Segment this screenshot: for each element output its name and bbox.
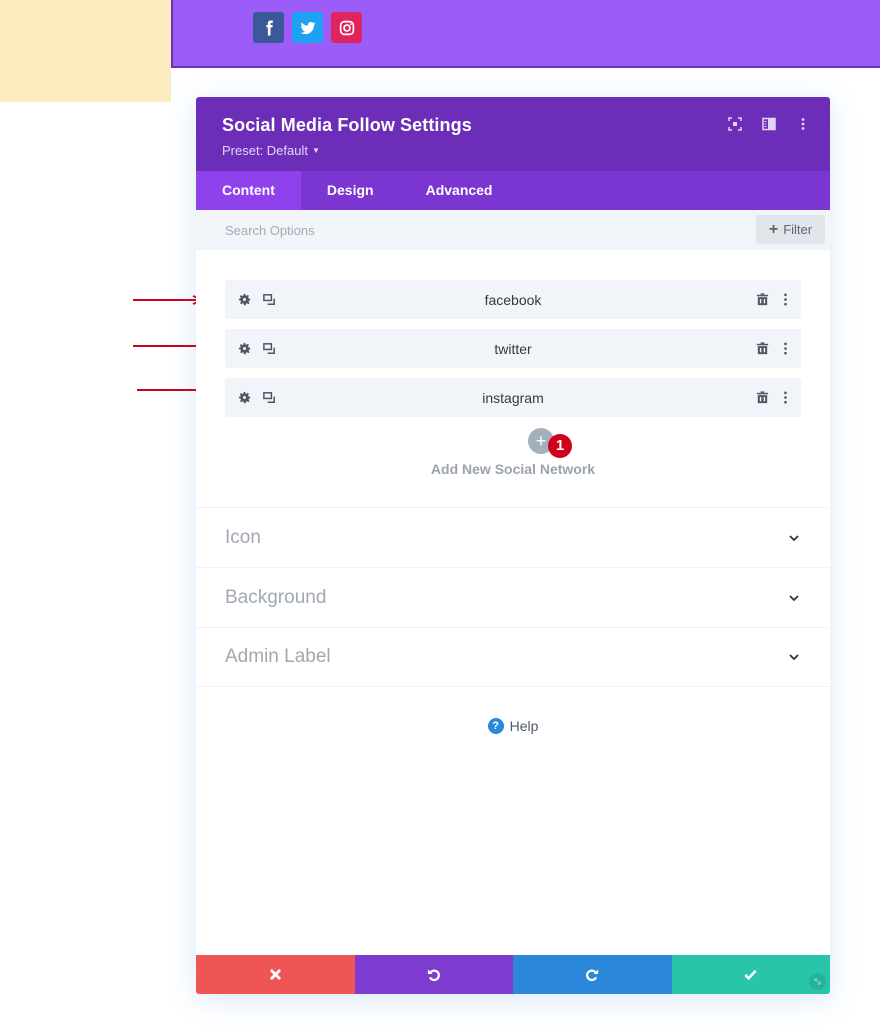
toggle-admin-label[interactable]: Admin Label: [196, 627, 830, 687]
split-view-icon[interactable]: [762, 117, 776, 131]
twitter-icon[interactable]: [292, 12, 323, 43]
resize-icon: [814, 978, 821, 985]
caret-down-icon: ▼: [312, 146, 320, 155]
list-item[interactable]: instagram: [225, 378, 801, 417]
help-label: Help: [509, 718, 539, 734]
tab-design[interactable]: Design: [301, 171, 400, 210]
save-button[interactable]: [671, 955, 830, 994]
trash-icon[interactable]: [755, 341, 770, 356]
focus-icon[interactable]: [728, 117, 742, 131]
modal-header[interactable]: Social Media Follow Settings Preset: Def…: [196, 97, 830, 171]
gear-icon[interactable]: [237, 292, 252, 307]
modal-title: Social Media Follow Settings: [222, 115, 472, 135]
header-actions: [728, 117, 810, 131]
step-badge: 1: [548, 434, 572, 458]
chevron-down-icon: [787, 591, 801, 605]
network-label: facebook: [484, 291, 542, 308]
network-label: twitter: [494, 340, 532, 357]
filter-label: Filter: [783, 222, 813, 237]
trash-icon[interactable]: [755, 390, 770, 405]
redo-button[interactable]: [513, 955, 672, 994]
preset-selector[interactable]: Preset: Default ▼: [222, 143, 804, 158]
duplicate-icon[interactable]: [262, 341, 277, 356]
tab-advanced[interactable]: Advanced: [400, 171, 519, 210]
close-icon: [270, 969, 281, 980]
duplicate-icon[interactable]: [262, 390, 277, 405]
add-network-area: + 1 Add New Social Network: [225, 428, 801, 498]
settings-modal: Social Media Follow Settings Preset: Def…: [196, 97, 830, 994]
gear-icon[interactable]: [237, 390, 252, 405]
social-network-list: facebook twitter instagram + 1 Add New S…: [196, 250, 830, 498]
question-icon: ?: [487, 718, 504, 734]
preset-label: Preset: Default: [222, 143, 308, 158]
more-options-icon[interactable]: [796, 117, 810, 131]
search-input[interactable]: [196, 210, 716, 250]
chevron-down-icon: [787, 531, 801, 545]
tab-bar: Content Design Advanced: [196, 171, 830, 210]
option-toggles: Icon Background Admin Label: [196, 507, 830, 687]
resize-handle[interactable]: [809, 973, 826, 990]
facebook-icon[interactable]: [253, 12, 284, 43]
redo-icon: [585, 969, 598, 982]
list-item[interactable]: twitter: [225, 329, 801, 368]
add-network-label[interactable]: Add New Social Network: [225, 461, 801, 477]
chevron-down-icon: [787, 650, 801, 664]
gear-icon[interactable]: [237, 341, 252, 356]
network-label: instagram: [482, 389, 544, 406]
duplicate-icon[interactable]: [262, 292, 277, 307]
toggle-background[interactable]: Background: [196, 567, 830, 627]
more-options-icon[interactable]: [778, 390, 793, 405]
social-icons-preview: [253, 12, 362, 43]
list-item[interactable]: facebook: [225, 280, 801, 319]
help-link[interactable]: ? Help: [196, 718, 830, 734]
more-options-icon[interactable]: [778, 292, 793, 307]
modal-footer: [196, 955, 830, 994]
filter-button[interactable]: + Filter: [756, 215, 825, 244]
undo-icon: [428, 969, 441, 982]
toggle-icon[interactable]: Icon: [196, 507, 830, 567]
instagram-icon[interactable]: [331, 12, 362, 43]
undo-button[interactable]: [354, 955, 513, 994]
background-side-block: [0, 0, 171, 102]
trash-icon[interactable]: [755, 292, 770, 307]
annotation-arrow: [133, 295, 205, 305]
more-options-icon[interactable]: [778, 341, 793, 356]
cancel-button[interactable]: [196, 955, 355, 994]
plus-icon: +: [768, 220, 779, 238]
search-row: + Filter: [196, 210, 830, 250]
checkmark-icon: [744, 969, 757, 981]
toggle-label: Icon: [225, 526, 261, 548]
toggle-label: Background: [225, 586, 327, 608]
tab-content[interactable]: Content: [196, 171, 301, 210]
toggle-label: Admin Label: [225, 646, 331, 667]
